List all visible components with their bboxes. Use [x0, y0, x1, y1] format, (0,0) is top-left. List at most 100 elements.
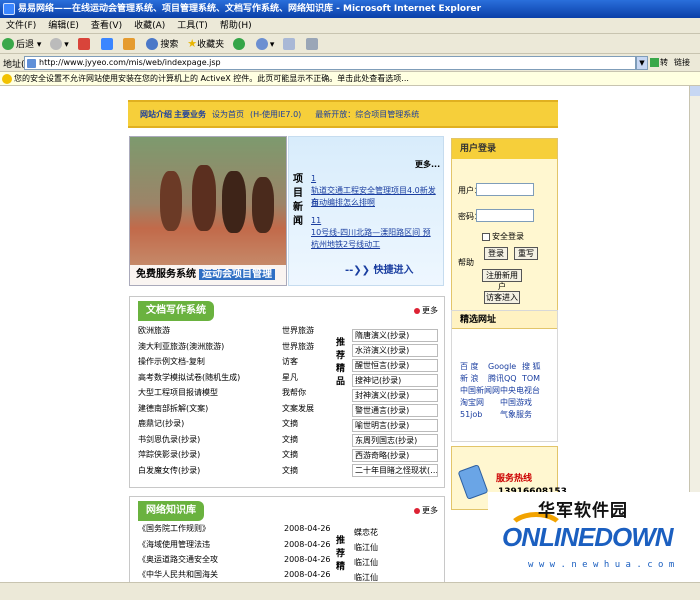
recommended-item[interactable]: 封神演义(抄录) — [352, 389, 438, 402]
news-item[interactable]: 10号线-四川北路—溧阳路区间 预 — [311, 227, 441, 239]
nav-set-homepage[interactable]: 设为首页 — [212, 110, 244, 119]
recommended-item[interactable]: 搜神记(抄录) — [352, 374, 438, 387]
doc-row[interactable]: 书剑恩仇录(抄录) 文摘 — [138, 434, 334, 446]
doc-row[interactable]: 鹿鼎记(抄录) 文摘 — [138, 418, 334, 430]
recommended-item[interactable]: 喻世明言(抄录) — [352, 419, 438, 432]
nav-latest[interactable]: 最新开放：综合项目管理系统 — [315, 110, 419, 119]
menu-tools[interactable]: 工具(T) — [171, 18, 214, 34]
kb-recommended-item[interactable]: 临江仙 — [352, 542, 438, 555]
recommended-item[interactable]: 醒世恒言(抄录) — [352, 359, 438, 372]
go-button[interactable]: 转到 — [650, 56, 672, 81]
secure-login-option[interactable]: 安全登录 — [482, 231, 524, 242]
address-dropdown-icon[interactable]: ▼ — [636, 56, 648, 70]
menu-view[interactable]: 查看(V) — [85, 18, 128, 34]
ie-app-icon — [3, 3, 15, 15]
doc-more-link[interactable]: 更多 — [414, 305, 438, 316]
kb-recommended-item[interactable]: 临江仙 — [352, 557, 438, 570]
media-button[interactable] — [232, 35, 247, 55]
information-bar[interactable]: 您的安全设置不允许网站使用安装在您的计算机上的 ActiveX 控件。此页可能显… — [0, 72, 700, 86]
link-google[interactable]: Google — [488, 361, 516, 372]
mail-button[interactable] — [283, 35, 297, 55]
recommended-item[interactable]: 警世通言(抄录) — [352, 404, 438, 417]
login-button[interactable]: 登录 — [484, 247, 508, 260]
doc-row[interactable]: 萍踪侠影录(抄录) 文摘 — [138, 449, 334, 461]
sports-banner-image[interactable]: 免费服务系统 运动会项目管理 — [129, 136, 287, 286]
doc-row[interactable]: 操作示例文档-复制 访客 — [138, 356, 334, 368]
address-input[interactable]: http://www.jyyeo.com/mis/web/indexpage.j… — [24, 56, 636, 70]
address-bar: 地址(D) http://www.jyyeo.com/mis/web/index… — [0, 54, 700, 81]
recommended-item[interactable]: 二十年目睹之怪现状(… — [352, 464, 438, 477]
quick-join-link[interactable]: --❯❯ 快捷进入 — [345, 261, 414, 276]
menu-edit[interactable]: 编辑(E) — [42, 18, 85, 34]
reset-button[interactable]: 重写 — [514, 247, 538, 260]
link-weather[interactable]: 气象服务 — [500, 409, 532, 420]
doc-row[interactable]: 白发魔女传(抄录) 文摘 — [138, 465, 334, 477]
news-item[interactable]: 11 — [311, 215, 441, 227]
register-button[interactable]: 注册新用户 — [482, 269, 522, 291]
more-icon — [414, 507, 420, 514]
doc-row[interactable]: 欧洲旅游 世界旅游 — [138, 325, 334, 337]
shield-warning-icon — [2, 74, 12, 84]
forward-button[interactable]: ▾ — [50, 35, 69, 55]
print-button[interactable] — [306, 35, 320, 55]
doc-row[interactable]: 建德南部拆解(文案) 文案发展 — [138, 403, 334, 415]
kb-recommended-item[interactable]: 蝶恋花 — [352, 527, 438, 540]
refresh-button[interactable] — [100, 35, 115, 55]
doc-row[interactable]: 澳大利亚旅游(澳洲旅游) 世界旅游 — [138, 341, 334, 353]
guest-button[interactable]: 访客进入 — [484, 291, 520, 304]
window-title: 易易网络——在线运动会管理系统、项目管理系统、文档写作系统、网络知识库 - Mi… — [18, 4, 482, 14]
recommended-item[interactable]: 东周列国志(抄录) — [352, 434, 438, 447]
link-sina[interactable]: 新 浪 — [460, 373, 479, 384]
link-51job[interactable]: 51job — [460, 409, 482, 420]
doc-row[interactable]: 大型工程项目报请模型 我帮你 — [138, 387, 334, 399]
link-chinanews[interactable]: 中国新闻网 — [460, 385, 500, 396]
kb-row[interactable]: 《海域使用管理法违 2008-04-26 — [138, 539, 334, 551]
link-qq[interactable]: 腾讯QQ — [488, 373, 517, 384]
home-icon — [123, 38, 136, 50]
onlinedown-watermark-logo: 华军软件园 ONLINEDOWN w w w . n e w h u a . c… — [488, 492, 700, 582]
recommended-item[interactable]: 水浒演义(抄录) — [352, 344, 438, 357]
menu-help[interactable]: 帮助(H) — [214, 18, 258, 34]
stop-icon — [77, 38, 90, 50]
stop-button[interactable] — [77, 35, 92, 55]
news-item[interactable]: 1 — [311, 173, 441, 185]
standard-toolbar: 后退 ▾ ▾ 搜索 ★收藏夹 ▾ — [0, 34, 700, 54]
refresh-icon — [100, 38, 113, 50]
username-input[interactable] — [476, 183, 534, 196]
home-button[interactable] — [123, 35, 137, 55]
link-taobao[interactable]: 淘宝网 — [460, 397, 484, 408]
history-button[interactable]: ▾ — [255, 35, 274, 55]
nav-site-intro[interactable]: 网站介绍 — [140, 110, 172, 119]
runner-figure — [222, 171, 246, 233]
kb-row[interactable]: 《奥运道路交通安全攻 2008-04-26 — [138, 554, 334, 566]
nav-main-business[interactable]: 主要业务 — [174, 110, 206, 119]
news-item[interactable]: 杭州地铁2号线动工 — [311, 239, 441, 251]
search-button[interactable]: 搜索 — [146, 35, 178, 55]
link-tom[interactable]: TOM — [522, 373, 540, 384]
help-link[interactable]: 帮助 — [458, 257, 474, 268]
favorites-button[interactable]: ★收藏夹 — [187, 34, 224, 55]
back-button[interactable]: 后退 ▾ — [2, 35, 41, 55]
link-cctv[interactable]: 中央电视台 — [500, 385, 540, 396]
watermark-en-text: ONLINEDOWN — [502, 522, 674, 552]
link-sohu[interactable]: 搜 狐 — [522, 361, 541, 372]
kb-more-link[interactable]: 更多 — [414, 505, 438, 516]
link-china-game[interactable]: 中国游戏 — [500, 397, 532, 408]
password-input[interactable] — [476, 209, 534, 222]
star-icon: ★ — [187, 37, 198, 50]
link-baidu[interactable]: 百 度 — [460, 361, 479, 372]
scroll-up-icon[interactable] — [690, 86, 700, 96]
menu-file[interactable]: 文件(F) — [0, 18, 42, 34]
links-title: 精选网址 — [452, 311, 557, 329]
kb-row[interactable]: 《中华人民共和国海关 2008-04-26 — [138, 569, 334, 581]
runner-figure — [160, 171, 182, 231]
recommended-item[interactable]: 西游奇略(抄录) — [352, 449, 438, 462]
secure-login-checkbox[interactable] — [482, 232, 490, 241]
links-button[interactable]: 链接 — [674, 56, 690, 70]
news-item[interactable]: 自动编排怎么排啊 — [311, 197, 441, 209]
kb-row[interactable]: 《国务院工作规则》 2008-04-26 — [138, 523, 334, 535]
recommended-item[interactable]: 隋唐演义(抄录) — [352, 329, 438, 342]
menu-favorites[interactable]: 收藏(A) — [128, 18, 171, 34]
doc-row[interactable]: 高考数学模拟试卷(随机生成) 星凡 — [138, 372, 334, 384]
news-more-link[interactable]: 更多... — [415, 159, 440, 170]
